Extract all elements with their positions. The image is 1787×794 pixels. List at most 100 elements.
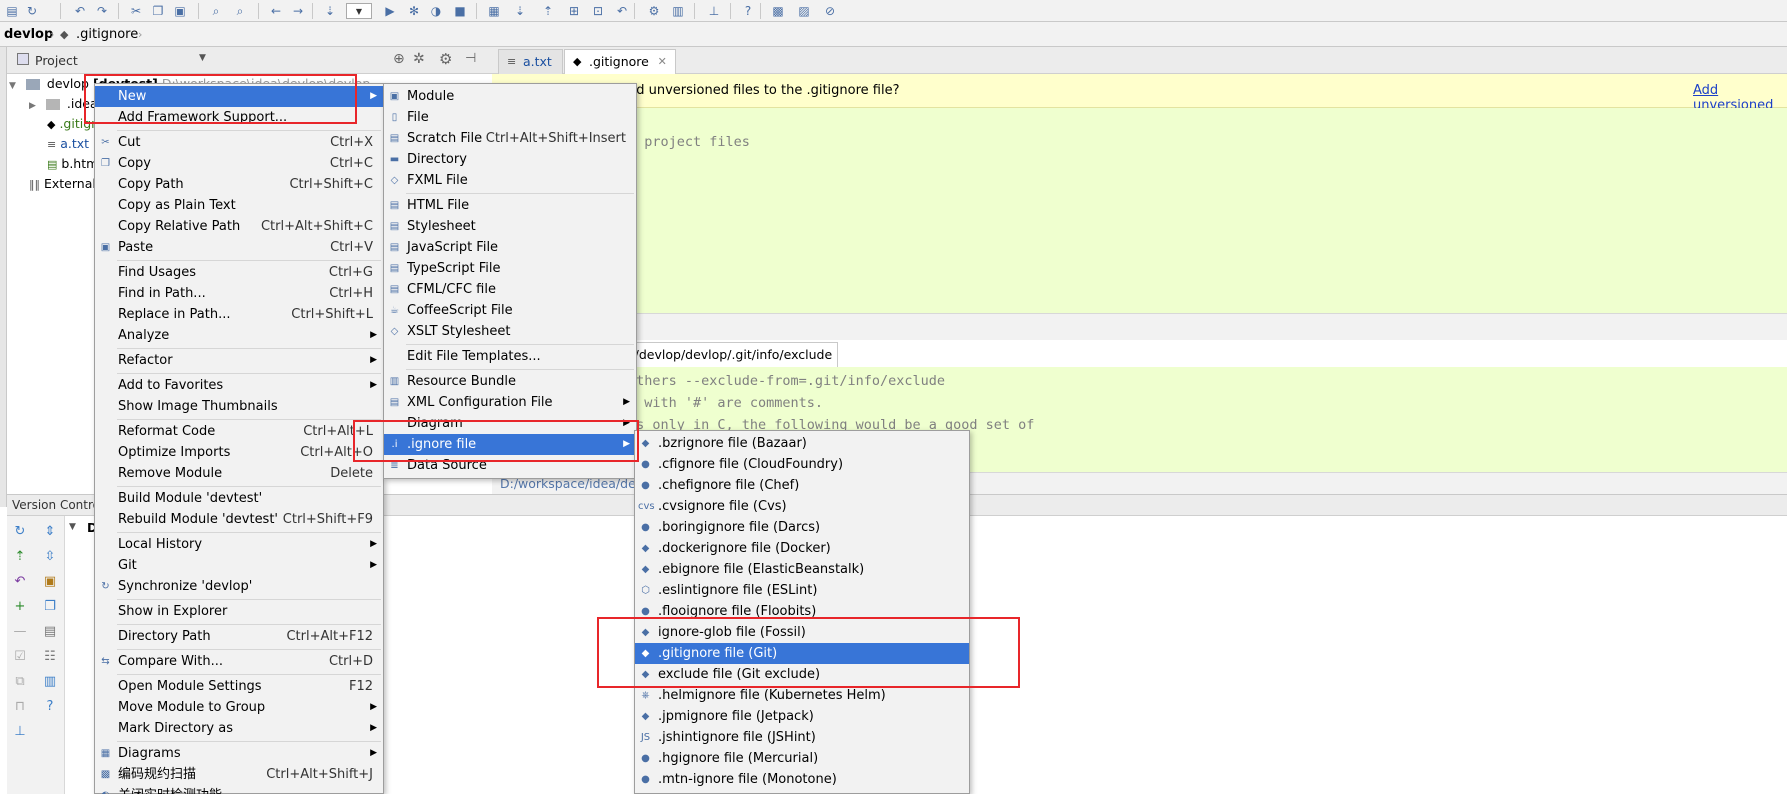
menu-item-copy[interactable]: ❐ Copy Ctrl+C: [95, 153, 383, 174]
menu-item-module[interactable]: ▣ Module: [384, 86, 636, 107]
menu-item-chefignore-file-chef[interactable]: ● .chefignore file (Chef): [635, 475, 969, 496]
project-panel-title[interactable]: Project: [35, 53, 78, 68]
menu-item-item-42[interactable]: ▩ 编码规约扫描 Ctrl+Alt+Shift+J: [95, 764, 383, 785]
menu-item-cvsignore-file-cvs[interactable]: cvs .cvsignore file (Cvs): [635, 496, 969, 517]
add-icon[interactable]: +: [11, 598, 29, 616]
collapse-all-icon[interactable]: ⇳: [41, 548, 59, 566]
menu-item-jshintignore-file-jshint[interactable]: JS .jshintignore file (JSHint): [635, 727, 969, 748]
lock-icon[interactable]: ⊓: [11, 698, 29, 716]
vcs-revert-icon[interactable]: ↶: [614, 3, 630, 19]
menu-item-copy-as-plain-text[interactable]: Copy as Plain Text: [95, 195, 383, 216]
menu-item-stylesheet[interactable]: ▤ Stylesheet: [384, 216, 636, 237]
chart-icon[interactable]: ▨: [796, 3, 812, 19]
menu-item-jpmignore-file-jetpack[interactable]: ◆ .jpmignore file (Jetpack): [635, 706, 969, 727]
undo-icon[interactable]: ↶: [72, 3, 88, 19]
debug-icon[interactable]: ✻: [406, 3, 422, 19]
hide-panel-icon[interactable]: ⊣: [465, 51, 476, 66]
copy-icon[interactable]: ❐: [150, 3, 166, 19]
menu-item-diagrams[interactable]: ▦ Diagrams ▶: [95, 743, 383, 764]
refresh-icon[interactable]: ↻: [11, 523, 29, 541]
menu-item-coffeescript-file[interactable]: ☕ CoffeeScript File: [384, 300, 636, 321]
menu-item-open-module-settings[interactable]: Open Module Settings F12: [95, 676, 383, 697]
vcs-commit-icon[interactable]: ⇡: [11, 548, 29, 566]
find-icon[interactable]: ⌕: [208, 3, 224, 19]
save-icon[interactable]: ▤: [4, 3, 20, 19]
paste-icon[interactable]: ▣: [172, 3, 188, 19]
project-structure-icon[interactable]: ▦: [486, 3, 502, 19]
vcs-update-icon[interactable]: ⇣: [512, 3, 528, 19]
tab-a-txt[interactable]: ≡ a.txt: [498, 49, 563, 74]
cut-icon[interactable]: ✂: [128, 3, 144, 19]
tree-row-external[interactable]: ‖‖ External: [29, 174, 96, 194]
menu-item-copy-relative-path[interactable]: Copy Relative Path Ctrl+Alt+Shift+C: [95, 216, 383, 237]
structure-icon[interactable]: ▥: [670, 3, 686, 19]
menu-item-find-in-path[interactable]: Find in Path... Ctrl+H: [95, 283, 383, 304]
menu-item-boringignore-file-darcs[interactable]: ● .boringignore file (Darcs): [635, 517, 969, 538]
block-icon[interactable]: ⊘: [822, 3, 838, 19]
menu-item-synchronize-devlop[interactable]: ↻ Synchronize 'devlop': [95, 576, 383, 597]
menu-item-reformat-code[interactable]: Reformat Code Ctrl+Alt+L: [95, 421, 383, 442]
menu-item-directory-path[interactable]: Directory Path Ctrl+Alt+F12: [95, 626, 383, 647]
help-icon[interactable]: ?: [740, 3, 756, 19]
menu-item-rebuild-module-devtest[interactable]: Rebuild Module 'devtest' Ctrl+Shift+F9: [95, 509, 383, 530]
menu-item-xslt-stylesheet[interactable]: ◇ XSLT Stylesheet: [384, 321, 636, 342]
menu-item-dockerignore-file-docker[interactable]: ◆ .dockerignore file (Docker): [635, 538, 969, 559]
menu-item-hgignore-file-mercurial[interactable]: ● .hgignore file (Mercurial): [635, 748, 969, 769]
menu-item-cfml-cfc-file[interactable]: ▤ CFML/CFC file: [384, 279, 636, 300]
project-dropdown-arrow-icon[interactable]: ▼: [199, 53, 206, 63]
menu-item-replace-in-path[interactable]: Replace in Path... Ctrl+Shift+L: [95, 304, 383, 325]
shelve-icon[interactable]: ▣: [41, 573, 59, 591]
close-tab-icon[interactable]: ✕: [658, 50, 667, 74]
menu-item-move-module-to-group[interactable]: Move Module to Group ▶: [95, 697, 383, 718]
menu-item-scratch-file[interactable]: ▤ Scratch File Ctrl+Alt+Shift+Insert: [384, 128, 636, 149]
redo-icon[interactable]: ↷: [94, 3, 110, 19]
menu-item-compare-with[interactable]: ⇆ Compare With... Ctrl+D: [95, 651, 383, 672]
coverage-icon[interactable]: ◑: [428, 3, 444, 19]
copy-icon[interactable]: ❐: [41, 598, 59, 616]
gear-icon[interactable]: ⚙: [439, 50, 452, 68]
menu-item-add-to-favorites[interactable]: Add to Favorites ▶: [95, 375, 383, 396]
menu-item-copy-path[interactable]: Copy Path Ctrl+Shift+C: [95, 174, 383, 195]
menu-item-build-module-devtest[interactable]: Build Module 'devtest': [95, 488, 383, 509]
target-icon[interactable]: ⊕: [393, 51, 405, 67]
sync-icon[interactable]: ↻: [24, 3, 40, 19]
menu-item-git[interactable]: Git ▶: [95, 555, 383, 576]
menu-item-cut[interactable]: ✂ Cut Ctrl+X: [95, 132, 383, 153]
menu-item-fxml-file[interactable]: ◇ FXML File: [384, 170, 636, 191]
menu-item-analyze[interactable]: Analyze ▶: [95, 325, 383, 346]
menu-item-typescript-file[interactable]: ▤ TypeScript File: [384, 258, 636, 279]
collapse-icon[interactable]: ✲: [413, 51, 425, 67]
breadcrumb-root[interactable]: devlop: [4, 27, 53, 42]
vcs-history-icon[interactable]: ⊡: [590, 3, 606, 19]
breadcrumb-file[interactable]: .gitignore: [76, 27, 138, 42]
expand-icon[interactable]: ⇕: [41, 523, 59, 541]
replace-icon[interactable]: ⌕: [232, 3, 248, 19]
help-icon[interactable]: ?: [41, 698, 59, 716]
menu-item-remove-module[interactable]: Remove Module Delete: [95, 463, 383, 484]
menu-item-show-in-explorer[interactable]: Show in Explorer: [95, 601, 383, 622]
menu-item-paste[interactable]: ▣ Paste Ctrl+V: [95, 237, 383, 258]
menu-item-cfignore-file-cloudfoundry[interactable]: ● .cfignore file (CloudFoundry): [635, 454, 969, 475]
menu-item-show-image-thumbnails[interactable]: Show Image Thumbnails: [95, 396, 383, 417]
expand-arrow-icon[interactable]: ▼: [69, 522, 76, 532]
menu-item-find-usages[interactable]: Find Usages Ctrl+G: [95, 262, 383, 283]
menu-item-bzrignore-file-bazaar[interactable]: ◆ .bzrignore file (Bazaar): [635, 433, 969, 454]
settings-icon[interactable]: ⚙: [646, 3, 662, 19]
vcs-commit-icon[interactable]: ⇡: [540, 3, 556, 19]
merge-icon[interactable]: ⧉: [11, 673, 29, 691]
run-icon[interactable]: ▶: [382, 3, 398, 19]
checkbox-icon[interactable]: ☑: [11, 648, 29, 666]
menu-item-local-history[interactable]: Local History ▶: [95, 534, 383, 555]
menu-item-mtn-ignore-file-monotone[interactable]: ● .mtn-ignore file (Monotone): [635, 769, 969, 790]
version-control-title[interactable]: Version Control: [12, 498, 103, 512]
tree-row-atxt[interactable]: ≡ a.txt: [47, 134, 89, 154]
menu-item-optimize-imports[interactable]: Optimize Imports Ctrl+Alt+O: [95, 442, 383, 463]
menu-item-helmignore-file-kubernetes-helm[interactable]: ⎈ .helmignore file (Kubernetes Helm): [635, 685, 969, 706]
build-icon[interactable]: ⇣: [322, 3, 338, 19]
pin-icon[interactable]: ⊥: [11, 723, 29, 741]
back-icon[interactable]: ←: [268, 3, 284, 19]
monitor-icon[interactable]: ▩: [770, 3, 786, 19]
menu-item-item-43[interactable]: ◐ 关闭实时检测功能: [95, 785, 383, 794]
minus-icon[interactable]: —: [11, 623, 29, 641]
menu-item-resource-bundle[interactable]: ▥ Resource Bundle: [384, 371, 636, 392]
